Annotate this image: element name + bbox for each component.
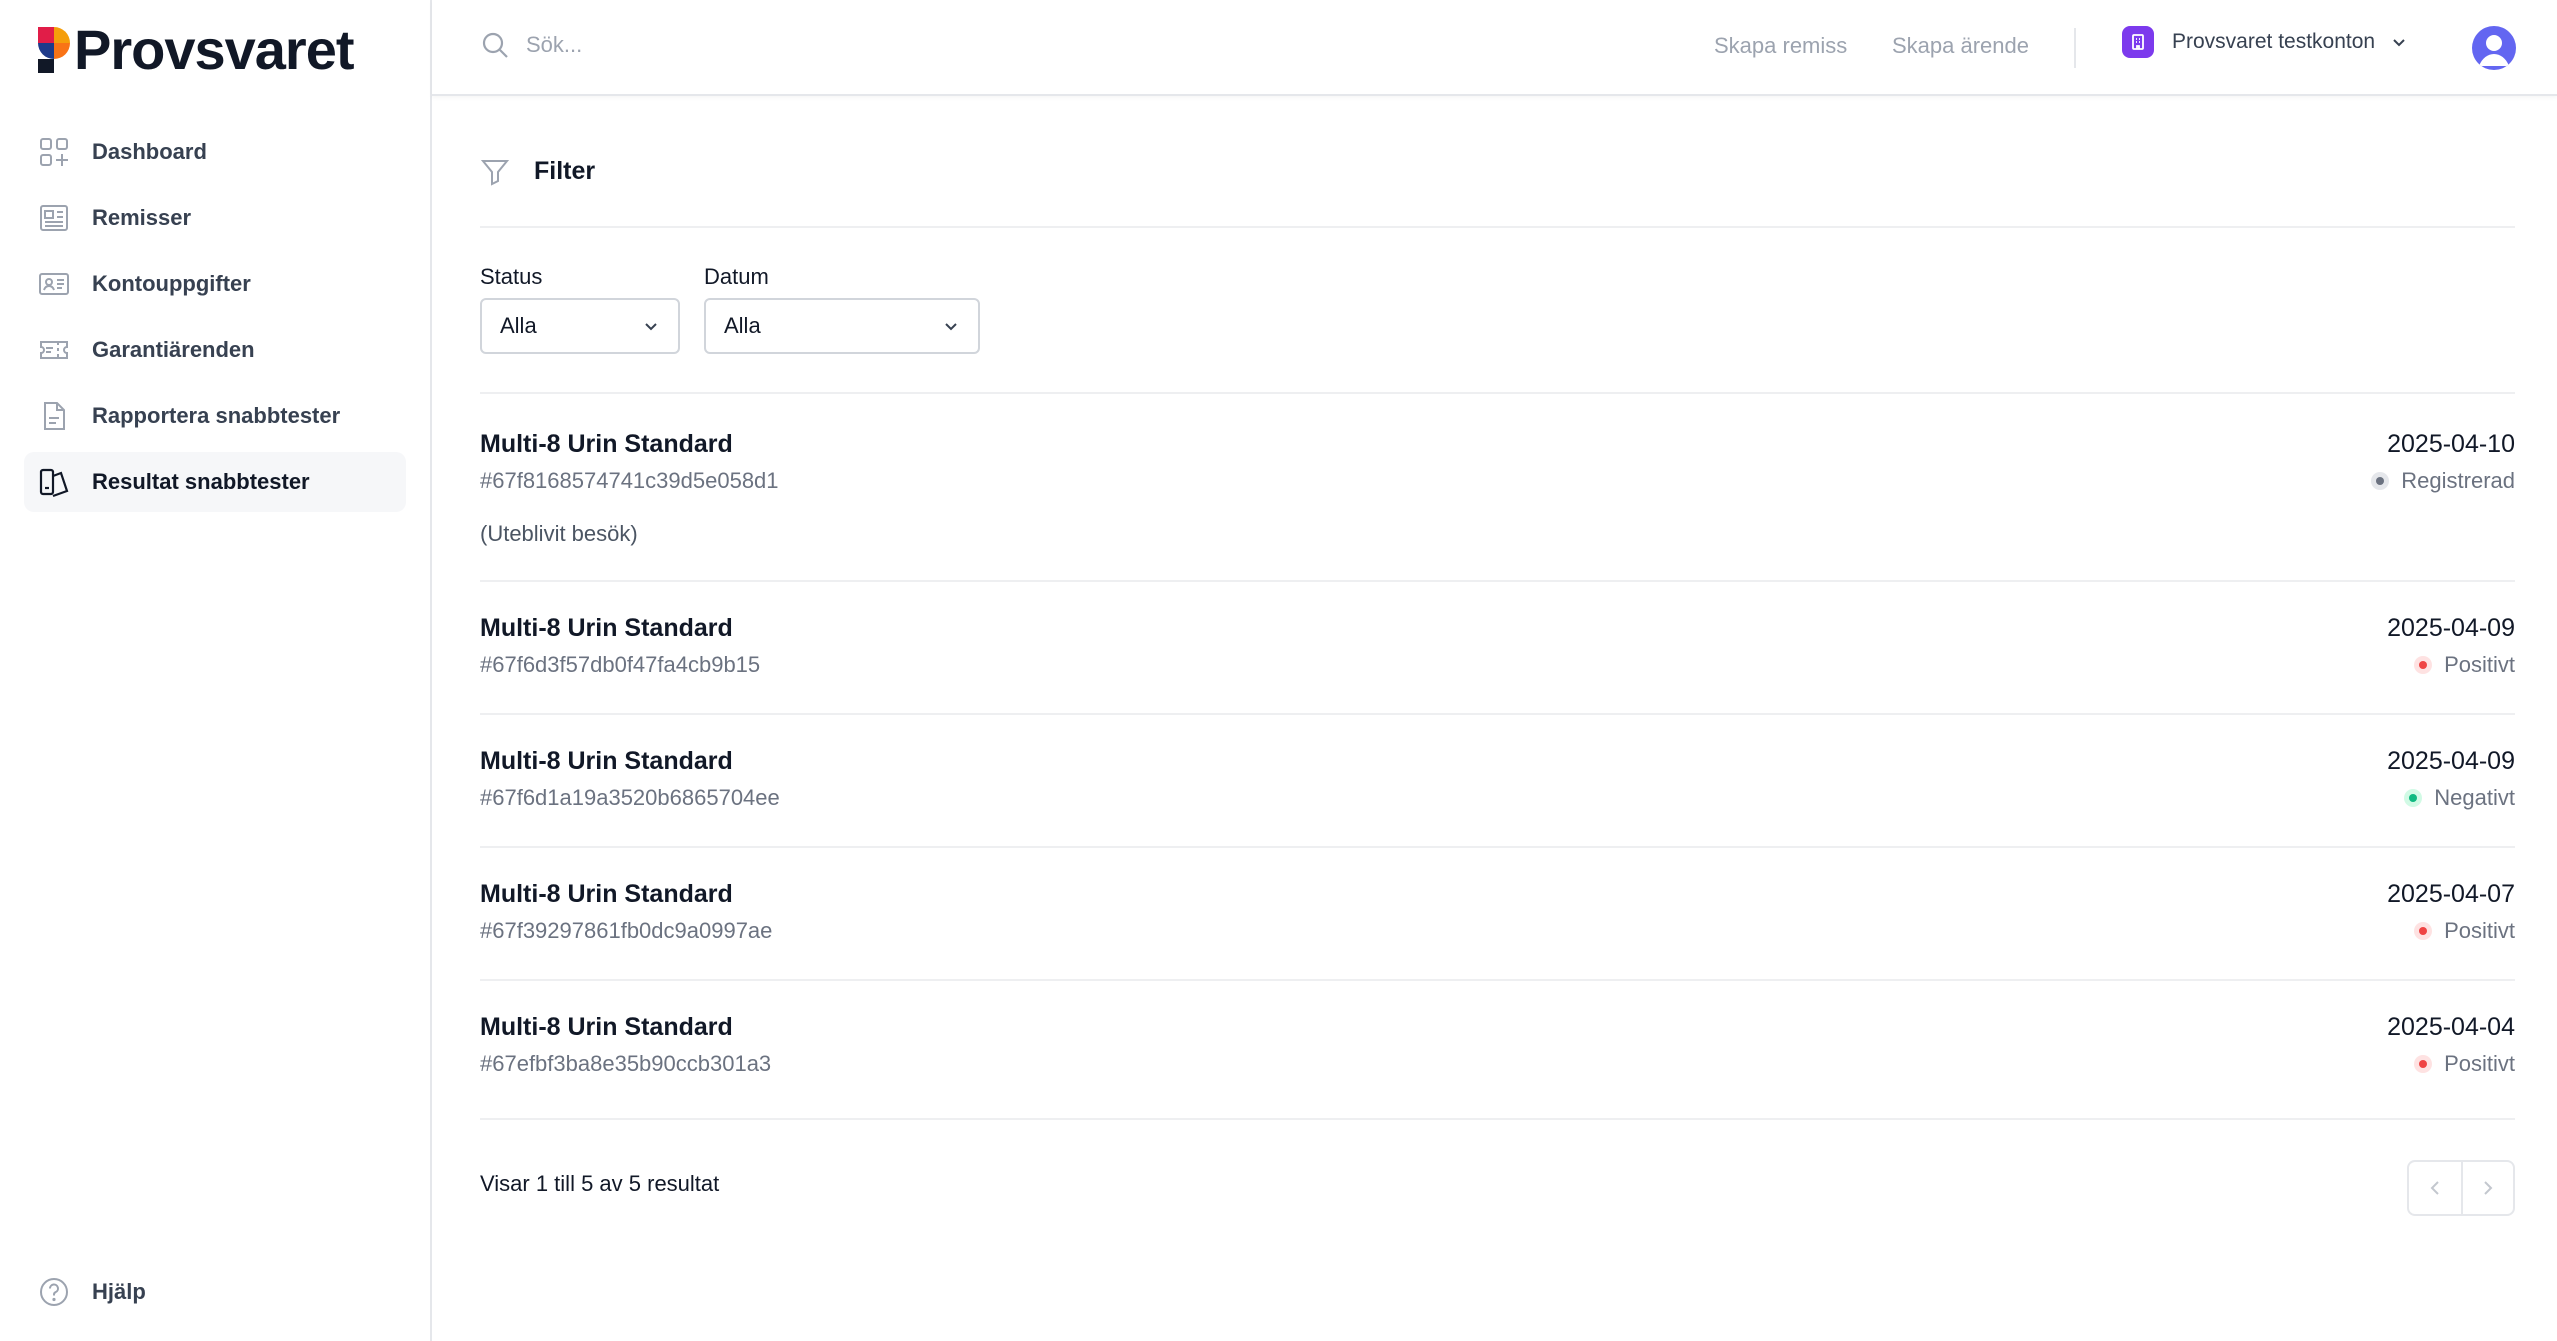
filter-toggle[interactable]: Filter — [480, 156, 595, 186]
date-filter: Datum Alla — [704, 264, 980, 354]
status-label: Registrerad — [2401, 468, 2515, 493]
status-dot — [2414, 922, 2433, 940]
document-icon — [44, 402, 65, 430]
search-bar — [480, 30, 1226, 60]
dashboard-icon — [40, 138, 68, 166]
sidebar-item-label: Remisser — [92, 205, 192, 230]
divider — [480, 226, 2515, 228]
status-label: Positivt — [2444, 918, 2515, 943]
help-link[interactable]: Hjälp — [38, 1262, 146, 1322]
result-date: 2025-04-09 — [2387, 614, 2515, 642]
user-icon — [2479, 35, 2509, 66]
sidebar: Provsvaret Dashboard Remisser Kontouppgi… — [0, 0, 432, 1341]
next-page-button[interactable] — [2461, 1162, 2513, 1214]
newspaper-icon — [40, 205, 68, 231]
result-row[interactable]: Multi-8 Urin Standard #67f39297861fb0dc9… — [480, 848, 2515, 981]
chevron-down-icon — [645, 323, 657, 331]
date-select-value: Alla — [724, 313, 761, 338]
chevron-down-icon — [2393, 39, 2405, 47]
result-title: Multi-8 Urin Standard — [480, 614, 733, 642]
result-title: Multi-8 Urin Standard — [480, 747, 733, 775]
search-icon — [482, 32, 508, 58]
create-case-link[interactable]: Skapa ärende — [1892, 33, 2029, 59]
account-name: Provsvaret testkonton — [2172, 30, 2376, 53]
question-circle-icon — [40, 1278, 68, 1306]
status-label: Positivt — [2444, 1051, 2515, 1076]
status-label: Positivt — [2444, 652, 2515, 677]
result-row[interactable]: Multi-8 Urin Standard #67efbf3ba8e35b90c… — [480, 981, 2515, 1120]
avatar[interactable] — [2472, 26, 2516, 70]
result-title: Multi-8 Urin Standard — [480, 1013, 733, 1041]
building-icon — [2122, 26, 2154, 58]
result-title: Multi-8 Urin Standard — [480, 880, 733, 908]
sidebar-item-label: Dashboard — [92, 139, 207, 164]
brand-logo[interactable]: Provsvaret — [36, 18, 355, 81]
status-badge: Positivt — [2414, 918, 2515, 944]
status-filter: Status Alla — [480, 264, 680, 354]
ticket-icon — [40, 341, 68, 359]
status-select[interactable]: Alla — [480, 298, 680, 354]
status-dot — [2404, 789, 2423, 807]
sidebar-item-rapportera-snabbtester[interactable]: Rapportera snabbtester — [24, 386, 406, 446]
topbar-divider — [2074, 28, 2076, 68]
previous-page-button[interactable] — [2409, 1162, 2461, 1214]
funnel-icon — [480, 160, 510, 186]
result-id: #67efbf3ba8e35b90ccb301a3 — [480, 1051, 772, 1076]
result-date: 2025-04-09 — [2387, 747, 2515, 775]
date-select[interactable]: Alla — [704, 298, 980, 354]
sidebar-item-label: Kontouppgifter — [92, 271, 251, 296]
status-dot — [2414, 656, 2433, 674]
result-date: 2025-04-10 — [2387, 430, 2515, 458]
result-id: #67f8168574741c39d5e058d1 — [480, 468, 779, 493]
account-switcher[interactable]: Provsvaret testkonton — [2122, 26, 2409, 58]
status-badge: Negativt — [2404, 785, 2515, 811]
result-id: #67f6d1a19a3520b6865704ee — [480, 785, 780, 810]
chevron-left-icon — [2430, 1181, 2439, 1195]
results-icon — [39, 468, 69, 498]
result-row[interactable]: Multi-8 Urin Standard #67f8168574741c39d… — [480, 394, 2515, 582]
result-row[interactable]: Multi-8 Urin Standard #67f6d3f57db0f47fa… — [480, 582, 2515, 715]
result-id: #67f39297861fb0dc9a0997ae — [480, 918, 773, 943]
id-card-icon — [39, 273, 69, 295]
help-label: Hjälp — [92, 1279, 146, 1304]
sidebar-item-resultat-snabbtester[interactable]: Resultat snabbtester — [24, 452, 406, 512]
sidebar-item-kontouppgifter[interactable]: Kontouppgifter — [24, 254, 406, 314]
sidebar-item-remisser[interactable]: Remisser — [24, 188, 406, 248]
status-select-value: Alla — [500, 313, 537, 338]
create-referral-link[interactable]: Skapa remiss — [1714, 33, 1847, 59]
result-title: Multi-8 Urin Standard — [480, 430, 733, 458]
date-filter-label: Datum — [704, 264, 769, 289]
status-filter-label: Status — [480, 264, 543, 289]
status-badge: Registrerad — [2371, 468, 2515, 494]
chevron-down-icon — [945, 323, 957, 331]
sidebar-nav: Dashboard Remisser Kontouppgifter Garant… — [24, 122, 406, 518]
sidebar-item-dashboard[interactable]: Dashboard — [24, 122, 406, 182]
chevron-right-icon — [2484, 1181, 2493, 1195]
pagination — [2407, 1160, 2515, 1216]
sidebar-item-label: Garantiärenden — [92, 337, 255, 362]
logo-mark-icon — [38, 27, 70, 73]
pagination-summary: Visar 1 till 5 av 5 resultat — [480, 1171, 720, 1196]
topbar: Skapa remiss Skapa ärende Provsvaret tes… — [432, 0, 2557, 96]
result-row[interactable]: Multi-8 Urin Standard #67f6d1a19a3520b68… — [480, 715, 2515, 848]
sidebar-item-label: Resultat snabbtester — [92, 469, 310, 494]
search-input[interactable] — [526, 32, 1226, 58]
status-label: Negativt — [2434, 785, 2515, 810]
filter-title: Filter — [534, 156, 596, 185]
result-date: 2025-04-07 — [2387, 880, 2515, 908]
result-note: (Uteblivit besök) — [480, 521, 638, 546]
brand-name: Provsvaret — [74, 18, 355, 81]
result-date: 2025-04-04 — [2387, 1013, 2515, 1041]
status-dot — [2414, 1055, 2433, 1073]
sidebar-item-label: Rapportera snabbtester — [92, 403, 341, 428]
app: Provsvaret Dashboard Remisser Kontouppgi… — [0, 0, 2557, 1341]
status-dot — [2371, 472, 2390, 490]
sidebar-item-garantiarenden[interactable]: Garantiärenden — [24, 320, 406, 380]
status-badge: Positivt — [2414, 652, 2515, 678]
result-id: #67f6d3f57db0f47fa4cb9b15 — [480, 652, 761, 677]
results-list: Multi-8 Urin Standard #67f8168574741c39d… — [480, 394, 2515, 1120]
status-badge: Positivt — [2414, 1051, 2515, 1077]
